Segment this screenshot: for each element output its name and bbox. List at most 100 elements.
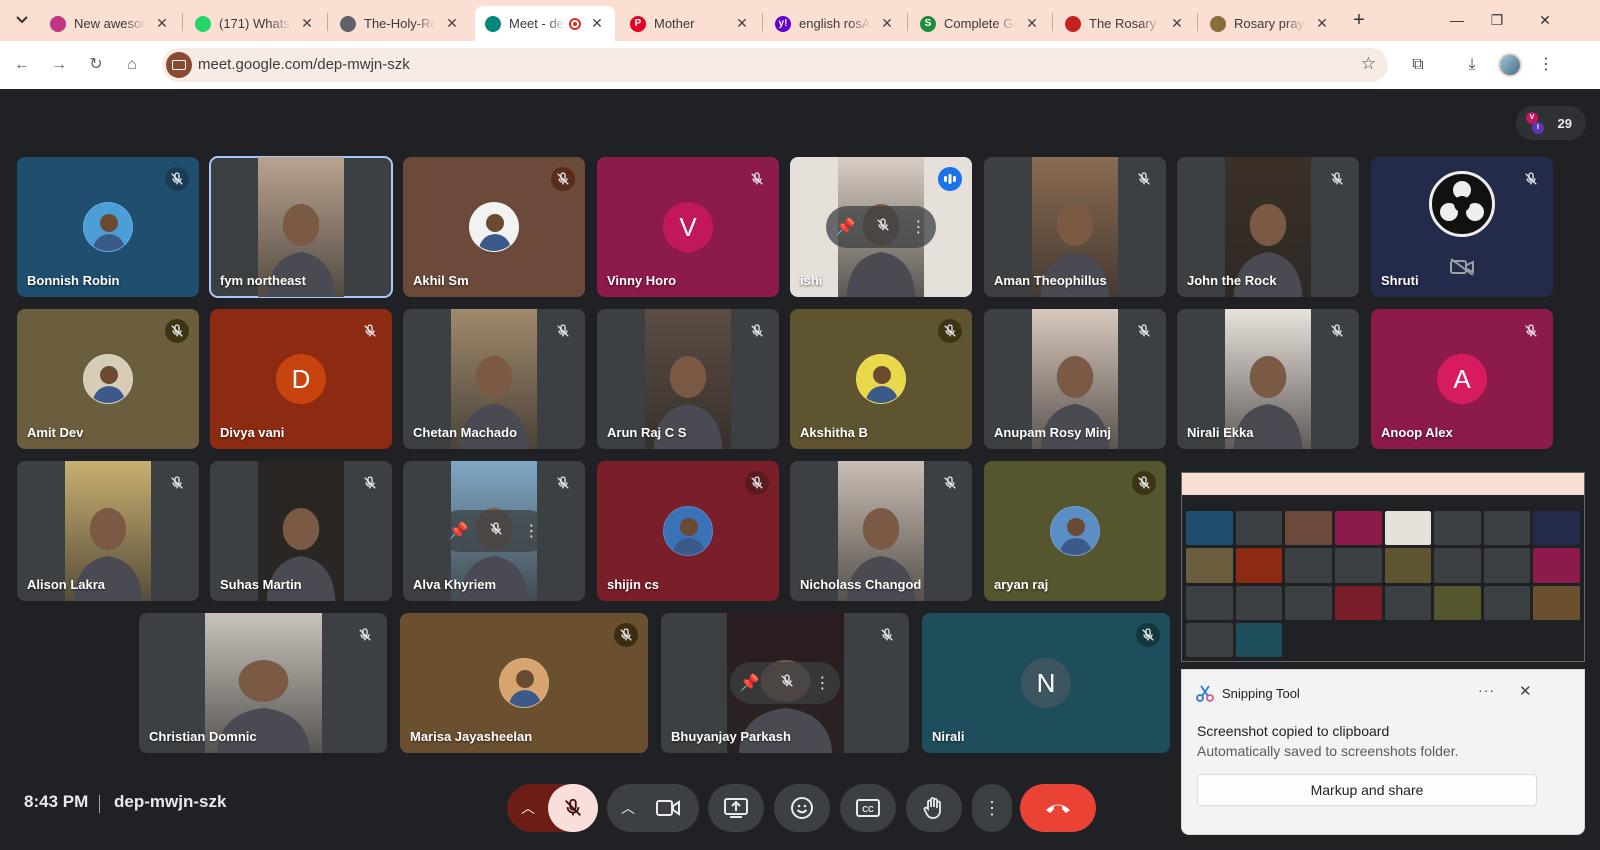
window-close-icon[interactable]: ✕ bbox=[1530, 8, 1560, 32]
mute-participant-icon[interactable] bbox=[488, 521, 504, 542]
tab-search-button[interactable] bbox=[10, 8, 34, 32]
browser-tab[interactable]: Rosary prayer ✕ bbox=[1200, 6, 1340, 41]
extensions-icon[interactable]: ⧉ bbox=[1406, 53, 1430, 77]
forward-icon[interactable]: → bbox=[47, 53, 71, 77]
browser-menu-icon[interactable]: ⋮ bbox=[1534, 53, 1558, 77]
participant-tile[interactable]: Alison Lakra bbox=[17, 461, 199, 601]
tab-close-icon[interactable]: ✕ bbox=[1169, 15, 1185, 32]
pin-icon[interactable]: 📌 bbox=[836, 217, 856, 237]
muted-mic-icon bbox=[938, 319, 962, 343]
restore-icon[interactable]: ❐ bbox=[1482, 8, 1512, 32]
participant-tile[interactable]: 📌 ⋮ ishi bbox=[790, 157, 972, 297]
notification-more-icon[interactable]: ··· bbox=[1478, 682, 1495, 698]
participant-tile[interactable]: Christian Domnic bbox=[139, 613, 387, 753]
participant-tile[interactable]: Akshitha B bbox=[790, 309, 972, 449]
home-icon[interactable]: ⌂ bbox=[120, 53, 144, 77]
browser-tab[interactable]: P Mother ✕ bbox=[620, 6, 760, 41]
tab-title: (171) WhatsApp bbox=[219, 16, 291, 31]
leave-call-button[interactable] bbox=[1020, 784, 1096, 832]
url-text[interactable]: meet.google.com/dep-mwjn-szk bbox=[198, 56, 410, 73]
tile-more-icon[interactable]: ⋮ bbox=[523, 521, 539, 541]
participant-name: Alva Khyriem bbox=[413, 577, 497, 592]
participant-tile[interactable]: John the Rock bbox=[1177, 157, 1359, 297]
pin-icon[interactable]: 📌 bbox=[449, 521, 469, 541]
participant-tile[interactable]: N Nirali bbox=[922, 613, 1170, 753]
tab-close-icon[interactable]: ✕ bbox=[1314, 15, 1330, 32]
participant-tile[interactable]: Nirali Ekka bbox=[1177, 309, 1359, 449]
participant-tile[interactable]: Chetan Machado bbox=[403, 309, 585, 449]
captions-button[interactable]: CC bbox=[840, 784, 896, 832]
tab-close-icon[interactable]: ✕ bbox=[1024, 15, 1040, 32]
emoji-icon bbox=[791, 797, 813, 819]
browser-tab[interactable]: The-Holy-Rosary ✕ bbox=[330, 6, 470, 41]
minimize-icon[interactable]: — bbox=[1442, 8, 1472, 32]
tab-close-icon[interactable]: ✕ bbox=[299, 15, 315, 32]
profile-avatar[interactable] bbox=[1498, 53, 1522, 77]
browser-tab[interactable]: Meet - dep-mwjn-szk ✕ bbox=[475, 6, 615, 41]
participant-tile[interactable]: Marisa Jayasheelan bbox=[400, 613, 648, 753]
participant-name: fym northeast bbox=[220, 273, 306, 288]
participant-tile[interactable]: Akhil Sm bbox=[403, 157, 585, 297]
participant-tile[interactable]: shijin cs bbox=[597, 461, 779, 601]
browser-tab[interactable]: S Complete Guide ✕ bbox=[910, 6, 1050, 41]
mic-toggle-button[interactable] bbox=[548, 784, 598, 832]
tab-close-icon[interactable]: ✕ bbox=[589, 15, 605, 32]
participant-tile[interactable]: Suhas Martin bbox=[210, 461, 392, 601]
tab-close-icon[interactable]: ✕ bbox=[154, 15, 170, 32]
raise-hand-button[interactable] bbox=[906, 784, 962, 832]
participant-tile[interactable]: 📌 ⋮ Bhuyanjay Parkash bbox=[661, 613, 909, 753]
new-tab-button[interactable]: + bbox=[1348, 9, 1370, 31]
more-options-button[interactable]: ⋮ bbox=[972, 784, 1012, 832]
tab-separator bbox=[182, 13, 183, 31]
reload-icon[interactable]: ↻ bbox=[84, 53, 108, 77]
participant-tile[interactable]: Arun Raj C S bbox=[597, 309, 779, 449]
screenshot-thumbnail[interactable] bbox=[1181, 472, 1585, 662]
participant-tile[interactable]: Bonnish Robin bbox=[17, 157, 199, 297]
downloads-icon[interactable]: ⤓ bbox=[1460, 53, 1484, 77]
mute-participant-icon[interactable] bbox=[875, 217, 891, 238]
participant-tile[interactable]: D Divya vani bbox=[210, 309, 392, 449]
participant-tile[interactable]: Nicholass Changod bbox=[790, 461, 972, 601]
notification-close-icon[interactable]: ✕ bbox=[1519, 682, 1532, 700]
browser-tab[interactable]: New awesome ✕ bbox=[40, 6, 180, 41]
present-screen-button[interactable] bbox=[708, 784, 764, 832]
tile-more-icon[interactable]: ⋮ bbox=[814, 673, 830, 693]
back-icon[interactable]: ← bbox=[10, 53, 34, 77]
tab-close-icon[interactable]: ✕ bbox=[734, 15, 750, 32]
count-avatar: I bbox=[1532, 122, 1544, 134]
participant-tile[interactable]: fym northeast bbox=[209, 156, 393, 298]
participant-profile-photo bbox=[1050, 506, 1100, 556]
mic-off-icon bbox=[565, 798, 581, 816]
video-options-button[interactable]: ︿ bbox=[607, 784, 699, 832]
muted-mic-icon bbox=[1132, 167, 1156, 191]
participant-name: Christian Domnic bbox=[149, 729, 257, 744]
participant-tile[interactable]: Anupam Rosy Minj bbox=[984, 309, 1166, 449]
tab-title: Complete Guide bbox=[944, 16, 1016, 31]
tab-separator bbox=[1197, 13, 1198, 31]
participant-tile[interactable]: A Anoop Alex bbox=[1371, 309, 1553, 449]
site-info-icon[interactable] bbox=[166, 52, 192, 78]
participant-tile[interactable]: aryan raj bbox=[984, 461, 1166, 601]
reactions-button[interactable] bbox=[774, 784, 830, 832]
markup-and-share-button[interactable]: Markup and share bbox=[1197, 774, 1537, 806]
mute-participant-icon[interactable] bbox=[779, 673, 795, 694]
bookmark-star-icon[interactable]: ☆ bbox=[1361, 54, 1376, 74]
tile-more-icon[interactable]: ⋮ bbox=[910, 217, 926, 237]
participant-tile[interactable]: 📌 ⋮ Alva Khyriem bbox=[403, 461, 585, 601]
browser-tab[interactable]: (171) WhatsApp ✕ bbox=[185, 6, 325, 41]
participant-name: Akhil Sm bbox=[413, 273, 469, 288]
participant-initial-avatar: A bbox=[1437, 354, 1487, 404]
tab-close-icon[interactable]: ✕ bbox=[879, 15, 895, 32]
browser-tab[interactable]: The Rosary in ✕ bbox=[1055, 6, 1195, 41]
participant-count-button[interactable]: V I 29 bbox=[1516, 106, 1586, 140]
tab-close-icon[interactable]: ✕ bbox=[444, 15, 460, 32]
pin-icon[interactable]: 📌 bbox=[740, 673, 760, 693]
address-bar[interactable]: meet.google.com/dep-mwjn-szk ☆ bbox=[162, 48, 1388, 82]
browser-tab[interactable]: y! english rosARY ✕ bbox=[765, 6, 905, 41]
participant-tile[interactable]: Shruti bbox=[1371, 157, 1553, 297]
participant-tile[interactable]: V Vinny Horo bbox=[597, 157, 779, 297]
participant-tile[interactable]: Amit Dev bbox=[17, 309, 199, 449]
participant-tile[interactable]: Aman Theophillus bbox=[984, 157, 1166, 297]
thumbnail-tile bbox=[1285, 585, 1332, 620]
tab-favicon-icon bbox=[485, 15, 501, 32]
